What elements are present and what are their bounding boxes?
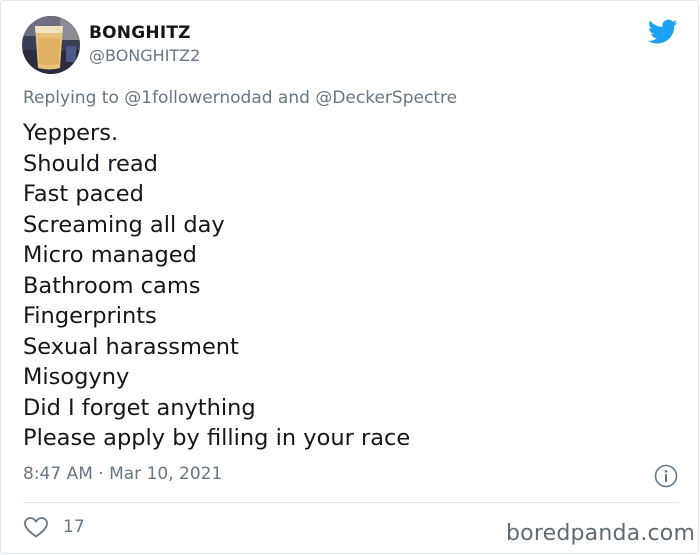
mention-link-1followernodad[interactable]: @1followernodad	[124, 88, 272, 108]
tweet-line: Did I forget anything	[23, 394, 256, 421]
divider	[23, 502, 679, 503]
boredpanda-watermark: boredpanda.com	[506, 521, 696, 546]
tweet-line: Sexual harassment	[23, 333, 239, 360]
avatar[interactable]	[22, 16, 80, 74]
replying-joiner: and	[272, 88, 316, 108]
author-handle[interactable]: @BONGHITZ2	[89, 46, 200, 65]
tweet-line: Misogyny	[23, 364, 130, 390]
tweet-line: Yeppers.	[23, 120, 119, 146]
tweet-line: Should read	[23, 150, 158, 177]
tweet-line: Fast paced	[23, 181, 144, 207]
tweet-line: Micro managed	[23, 242, 197, 268]
info-icon[interactable]	[654, 464, 678, 488]
tweet-timestamp[interactable]: 8:47 AM · Mar 10, 2021	[23, 464, 222, 484]
author-display-name[interactable]: BONGHITZ	[89, 23, 191, 43]
replying-to-line: Replying to @1followernodad and @DeckerS…	[23, 88, 457, 108]
tweet-text: Yeppers. Should read Fast paced Screamin…	[23, 118, 410, 454]
tweet-line: Fingerprints	[23, 303, 157, 329]
heart-icon[interactable]	[23, 515, 49, 539]
tweet-line: Please apply by filling in your race	[23, 425, 411, 451]
avatar-image	[22, 16, 80, 74]
tweet-card: BONGHITZ @BONGHITZ2 Replying to @1follow…	[0, 0, 699, 554]
tweet-line: Screaming all day	[23, 211, 225, 238]
twitter-bird-icon[interactable]	[648, 19, 678, 45]
like-count[interactable]: 17	[63, 517, 85, 537]
tweet-line: Bathroom cams	[23, 272, 201, 299]
replying-prefix: Replying to	[23, 88, 125, 108]
mention-link-deckerspectre[interactable]: @DeckerSpectre	[315, 88, 457, 108]
